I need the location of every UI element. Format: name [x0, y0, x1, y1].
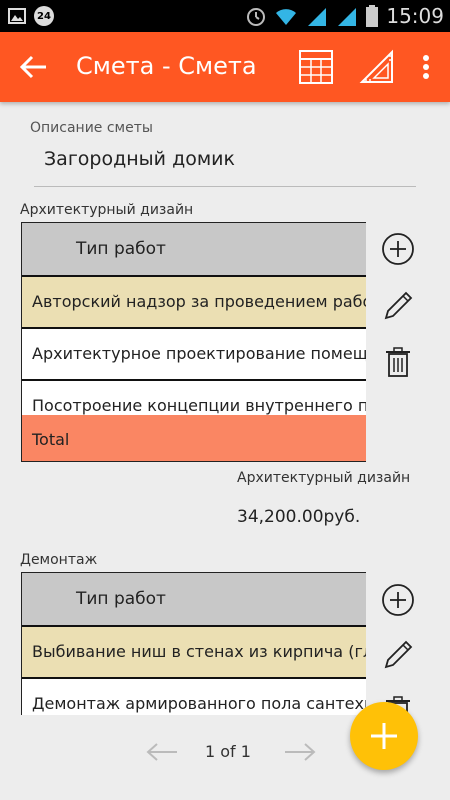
table-row[interactable]: Архитектурное проектирование помещений — [22, 329, 366, 381]
next-page-arrow-icon[interactable] — [283, 740, 317, 764]
prev-page-arrow-icon[interactable] — [145, 740, 179, 764]
page-title: Смета - Смета — [76, 52, 257, 80]
plus-icon — [371, 723, 397, 749]
edit-pencil-icon[interactable] — [380, 288, 416, 324]
section-summary-label: Архитектурный дизайн — [237, 470, 411, 486]
description-label: Описание сметы — [30, 120, 153, 136]
row-text: Демонтаж армированного пола сантехкабины — [32, 694, 366, 713]
table-demolition[interactable]: Тип работ Выбивание ниш в стенах из кирп… — [21, 572, 366, 715]
total-row: Total — [22, 415, 366, 461]
notification-badge: 24 — [34, 6, 54, 26]
description-value: Загородный домик — [44, 148, 235, 170]
table-row[interactable]: Демонтаж армированного пола сантехкабины — [22, 679, 366, 715]
header-work-type: Тип работ — [76, 589, 166, 609]
alarm-icon — [247, 8, 266, 26]
signal-icon-2 — [338, 8, 357, 26]
add-icon[interactable] — [380, 582, 416, 618]
table-row[interactable]: Выбивание ниш в стенах из кирпича (глуби… — [22, 627, 366, 679]
row-text: Выбивание ниш в стенах из кирпича (глуби… — [32, 642, 366, 661]
back-arrow-icon[interactable] — [16, 49, 52, 85]
battery-icon — [366, 5, 379, 27]
table-row[interactable]: Авторский надзор за проведением работ — [22, 277, 366, 329]
table-architecture[interactable]: Тип работ Авторский надзор за проведение… — [21, 222, 366, 462]
trash-icon[interactable] — [380, 344, 416, 380]
section-label-demolition: Демонтаж — [20, 552, 98, 568]
gallery-notification-icon — [8, 8, 26, 24]
total-label: Total — [32, 430, 70, 449]
add-fab-button[interactable] — [350, 702, 418, 770]
table-row[interactable]: Посотроение концепции внутреннего простр… — [22, 381, 366, 415]
edit-pencil-icon[interactable] — [380, 637, 416, 673]
header-work-type: Тип работ — [76, 239, 166, 259]
section-summary-value: 34,200.00руб. — [237, 507, 361, 527]
row-text: Архитектурное проектирование помещений — [32, 344, 366, 363]
clock: 15:09 — [386, 4, 444, 28]
row-text: Посотроение концепции внутреннего простр… — [32, 396, 366, 415]
page-indicator: 1 of 1 — [205, 742, 251, 761]
signal-icon — [308, 8, 327, 26]
app-bar: Смета - Смета — [0, 32, 450, 102]
wifi-icon — [276, 9, 297, 25]
add-icon[interactable] — [380, 231, 416, 267]
table-header: Тип работ — [22, 573, 366, 627]
description-input[interactable]: Загородный домик — [34, 140, 416, 187]
overflow-menu-icon[interactable] — [416, 48, 436, 86]
section-label-architecture: Архитектурный дизайн — [20, 202, 194, 218]
table-header: Тип работ — [22, 223, 366, 277]
row-text: Авторский надзор за проведением работ — [32, 292, 366, 311]
table-icon[interactable] — [297, 48, 335, 86]
ruler-triangle-icon[interactable] — [358, 48, 396, 86]
status-bar: 24 15:09 — [0, 0, 450, 32]
